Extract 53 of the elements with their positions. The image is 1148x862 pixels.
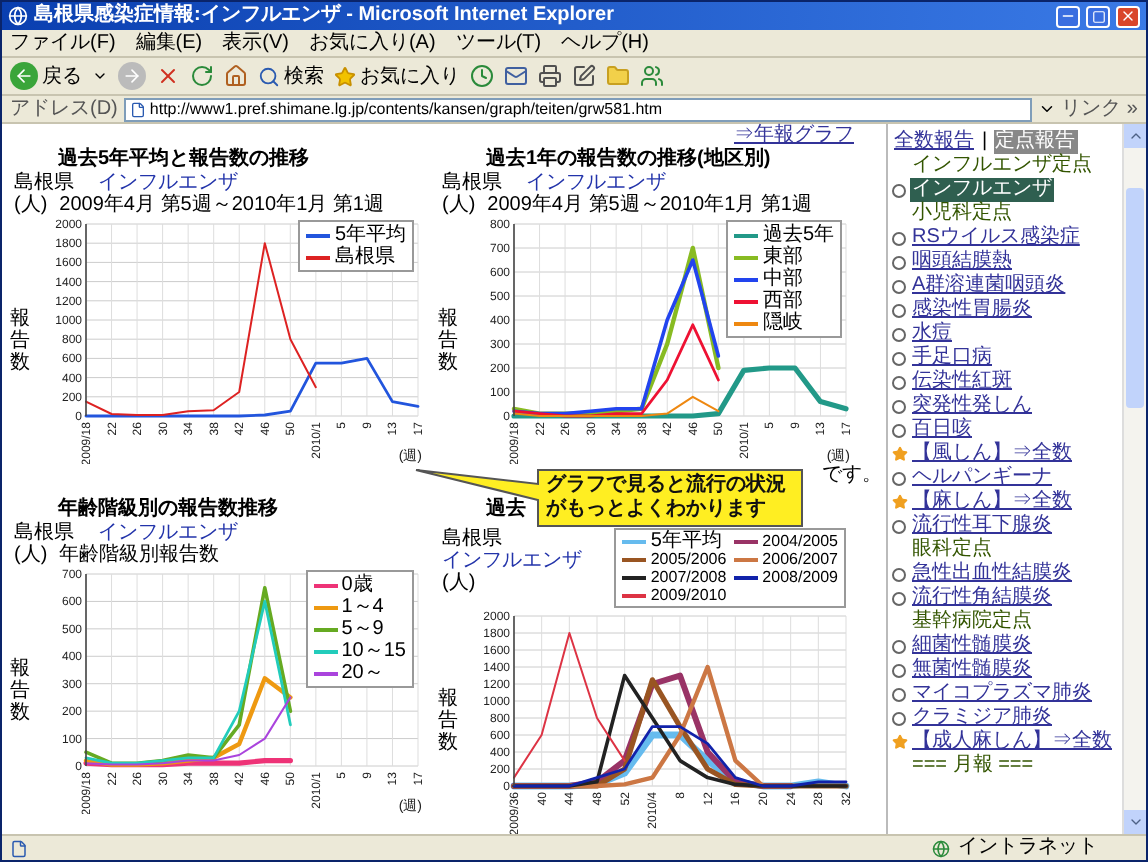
- region-label: 島根県: [442, 528, 504, 550]
- legend-label: 0歳: [341, 574, 373, 596]
- region-label: 島根県: [14, 172, 74, 194]
- legend-label: 5～9: [341, 618, 384, 640]
- legend-label: 東部: [762, 246, 803, 268]
- legend-label: 1～4: [341, 596, 384, 618]
- unit-label: (人): [14, 194, 48, 216]
- legend-label: 10～15: [341, 640, 406, 662]
- disease-label: インフルエンザ: [98, 172, 238, 194]
- zone-label: イントラネット: [958, 836, 1100, 860]
- legend-label: 2005/2006: [650, 550, 727, 568]
- legend-label: 5年平均: [650, 530, 722, 552]
- y-axis-label: 報告数: [438, 688, 458, 754]
- unit-label: (人): [442, 194, 476, 216]
- legend-label: 2008/2009: [762, 568, 838, 586]
- unit-label: (人): [14, 544, 48, 566]
- region-label: 島根県: [14, 522, 74, 544]
- y-axis-label: 報告数: [10, 657, 30, 723]
- legend-label: 隠岐: [762, 312, 803, 334]
- legend-label: 島根県: [334, 246, 395, 268]
- disease-label: インフルエンザ: [442, 550, 582, 572]
- legend-label: 5年平均: [334, 224, 406, 246]
- section-heading: 眼科定点: [912, 538, 992, 560]
- chart-title: 過去5年平均と報告数の推移: [58, 148, 310, 172]
- section-heading: 小児科定点: [912, 202, 1012, 224]
- legend-label: 2009/2010: [650, 586, 727, 604]
- chart-title: 過去1年の報告数の推移(地区別): [486, 148, 771, 172]
- legend-label: 2004/2005: [762, 532, 838, 550]
- y-axis-label: 報告数: [10, 307, 30, 373]
- tab-separator: |: [982, 129, 988, 153]
- legend-label: 西部: [762, 290, 803, 312]
- legend-label: 中部: [762, 268, 803, 290]
- window-title: 島根県感染症情報:インフルエンザ - Microsoft Internet Explorer: [34, 4, 617, 28]
- disease-label: インフルエンザ: [98, 522, 238, 544]
- legend-label: 2007/2008: [650, 568, 727, 586]
- subtitle-label: 年齢階級別報告数: [59, 544, 220, 566]
- chart-title: 過去: [486, 498, 526, 522]
- section-heading: === 月報 ===: [912, 754, 1034, 776]
- period-label: 2009年4月 第5週～2010年1月 第1週: [59, 194, 384, 216]
- section-heading: 基幹病院定点: [912, 610, 1032, 632]
- unit-label: (人): [442, 572, 478, 594]
- disease-label: インフルエンザ: [526, 172, 666, 194]
- period-label: 2009年4月 第5週～2010年1月 第1週: [487, 194, 812, 216]
- legend-label: 過去5年: [762, 224, 834, 246]
- legend-label: 2006/2007: [762, 550, 838, 568]
- section-heading: インフルエンザ定点: [912, 154, 1092, 176]
- note-text: です。: [822, 464, 882, 488]
- y-axis-label: 報告数: [438, 307, 458, 373]
- legend-label: 20～: [341, 662, 384, 684]
- address-label: アドレス(D): [10, 97, 118, 121]
- callout-text: グラフで見ると流行の状況がもっとよくわかります: [546, 474, 788, 522]
- region-label: 島根県: [442, 172, 502, 194]
- chart-title: 年齢階級別の報告数推移: [58, 498, 278, 522]
